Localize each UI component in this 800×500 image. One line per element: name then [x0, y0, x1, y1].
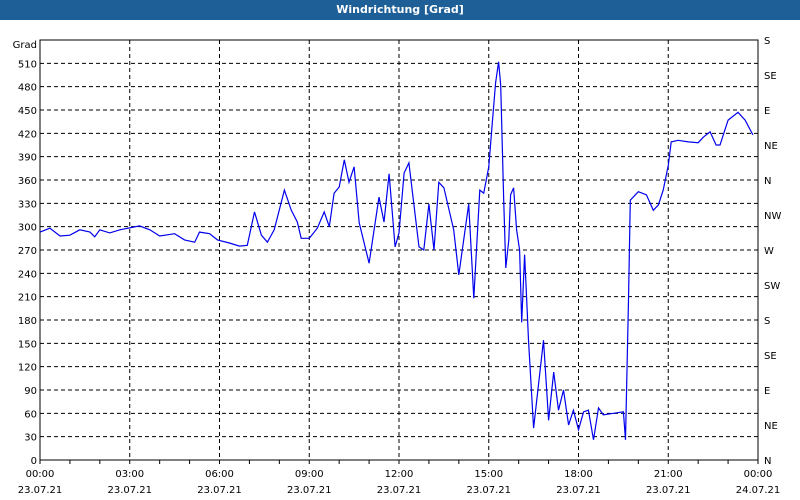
x-tick-date: 23.07.21	[646, 485, 691, 496]
y2-tick-label: SW	[764, 281, 780, 292]
y-tick-label: 60	[24, 409, 37, 420]
y-tick-label: 450	[18, 106, 37, 117]
x-tick-date: 23.07.21	[197, 485, 242, 496]
y2-tick-label: SE	[764, 71, 777, 82]
x-tick-time: 00:00	[744, 469, 773, 480]
y-tick-label: 180	[18, 316, 37, 327]
y-tick-label: 360	[18, 176, 37, 187]
y-tick-label: 30	[24, 433, 37, 444]
y2-tick-label: E	[764, 386, 770, 397]
y2-tick-label: NW	[764, 211, 781, 222]
x-axis-labels: 00:00 23.07.21 03:00 23.07.21 06:00 23.07.21 0…	[18, 469, 781, 496]
y2-tick-label: S	[764, 316, 770, 327]
x-tick-time: 00:00	[26, 469, 55, 480]
series-group	[39, 61, 754, 440]
y2-tick-label: W	[764, 246, 774, 257]
grid-lines	[40, 40, 758, 460]
y2-tick-label: NE	[764, 141, 778, 152]
y2-tick-label: E	[764, 106, 770, 117]
y2-tick-label: N	[764, 456, 771, 467]
y-tick-label: 150	[18, 339, 37, 350]
y-tick-label: 0	[31, 456, 37, 467]
y2-tick-label: NE	[764, 421, 778, 432]
y-tick-label: 330	[18, 199, 37, 210]
x-tick-time: 18:00	[564, 469, 593, 480]
x-tick-date: 23.07.21	[287, 485, 332, 496]
y2-axis-labels: N NE E SE S SW W NW N NE E SE S	[764, 36, 781, 467]
x-tick-time: 15:00	[474, 469, 503, 480]
y2-tick-label: S	[764, 36, 770, 47]
x-tick-date: 24.07.21	[736, 485, 781, 496]
x-tick-date: 23.07.21	[466, 485, 511, 496]
x-tick-date: 23.07.21	[107, 485, 152, 496]
y-tick-label: 420	[18, 129, 37, 140]
y-tick-label: 480	[18, 83, 37, 94]
x-tick-time: 09:00	[295, 469, 324, 480]
y-tick-label: 90	[24, 386, 37, 397]
y-tick-label: 270	[18, 246, 37, 257]
y-axis-labels: 0 30 60 90 120 150 180 210 240 270 300 330 360 390 420…	[18, 59, 37, 467]
wind-direction-chart: Grad 0 30 60 90 120 150 180 210 240 270 300 330 360 3…	[13, 36, 782, 496]
y-tick-label: 300	[18, 223, 37, 234]
y-tick-label: 120	[18, 363, 37, 374]
y-tick-label: 240	[18, 269, 37, 280]
x-tick-time: 12:00	[385, 469, 414, 480]
series-line-windrichtung	[39, 61, 754, 440]
window-title: Windrichtung [Grad]	[0, 0, 800, 20]
y2-tick-label: SE	[764, 351, 777, 362]
x-tick-date: 23.07.21	[18, 485, 63, 496]
y-axis-label: Grad	[13, 40, 37, 51]
y2-tick-label: N	[764, 176, 771, 187]
x-tick-date: 23.07.21	[377, 485, 422, 496]
x-tick-time: 03:00	[115, 469, 144, 480]
axis-ticks	[39, 460, 759, 464]
y-tick-label: 390	[18, 153, 37, 164]
x-tick-time: 06:00	[205, 469, 234, 480]
y-tick-label: 510	[18, 59, 37, 70]
y-tick-label: 210	[18, 293, 37, 304]
x-tick-date: 23.07.21	[556, 485, 601, 496]
x-tick-time: 21:00	[654, 469, 683, 480]
